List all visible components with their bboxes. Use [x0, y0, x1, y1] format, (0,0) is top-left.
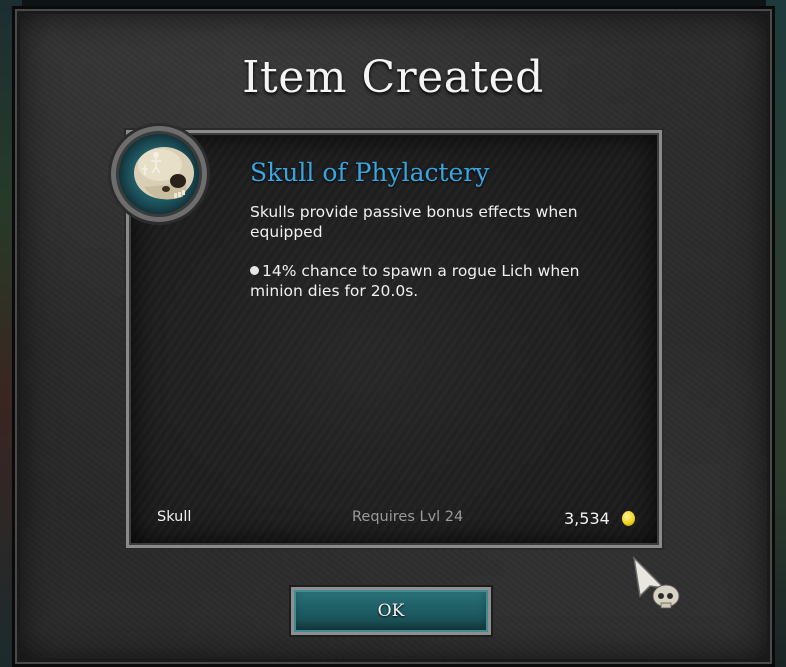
bullet-icon [250, 266, 259, 275]
item-effect-text: 14% chance to spawn a rogue Lich when mi… [250, 262, 580, 300]
item-name: Skull of Phylactery [250, 158, 490, 187]
item-effect: 14% chance to spawn a rogue Lich when mi… [250, 261, 630, 301]
dialog-title: Item Created [242, 52, 544, 103]
ok-button-label: OK [377, 601, 405, 621]
ok-button[interactable]: OK [291, 587, 491, 635]
item-requirement: Requires Lvl 24 [352, 509, 464, 525]
item-type: Skull [157, 509, 192, 525]
skull-icon [111, 126, 207, 222]
item-price: 3,534 [564, 509, 610, 528]
skull-cursor-icon [630, 555, 686, 614]
item-details-panel [126, 130, 662, 548]
gold-coin-icon [622, 511, 635, 526]
item-description: Skulls provide passive bonus effects whe… [250, 203, 578, 241]
